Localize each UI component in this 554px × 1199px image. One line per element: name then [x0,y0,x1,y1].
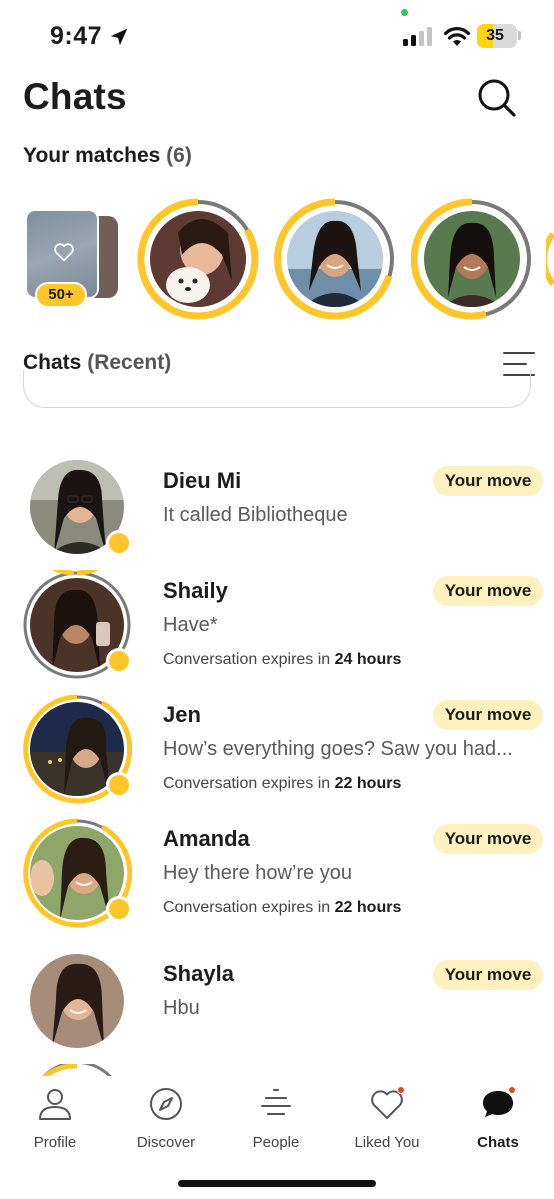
expiry-value: 22 hours [334,775,402,792]
chat-name: Amanda [163,826,250,851]
your-move-badge: Your move [433,466,543,496]
chat-avatar [22,694,132,804]
avatar-photo [30,954,124,1048]
match-avatar-partial[interactable] [546,198,554,320]
battery-icon: 35 [477,24,517,48]
tab-label: Liked You [354,1134,420,1151]
online-indicator [106,648,132,674]
chat-last-message: Hbu [163,997,200,1019]
your-move-badge: Your move [433,700,543,730]
match-photo [287,211,383,307]
location-arrow-icon [110,28,128,46]
chat-search-bar[interactable] [23,370,531,408]
compass-icon [150,1088,182,1120]
cellular-signal-icon [403,27,432,46]
notification-dot [508,1086,516,1094]
conversation-expiry: Conversation expires in 22 hours [163,899,401,917]
privacy-indicator [401,9,408,16]
chat-last-message: How’s everything goes? Saw you had... [163,738,513,760]
battery-cap [518,31,521,40]
tab-chats[interactable]: Chats [448,1086,548,1156]
search-button[interactable] [476,77,518,119]
expiry-prefix: Conversation expires in [163,775,331,792]
online-indicator [106,772,132,798]
matches-count: (6) [166,144,192,167]
online-indicator [106,530,132,556]
chat-last-message: It called Bibliotheque [163,504,348,526]
status-time: 9:47 [50,22,103,50]
wifi-icon [443,27,471,46]
chat-avatar [22,818,132,928]
your-move-badge: Your move [433,960,543,990]
chat-avatar [22,570,132,680]
match-photo [424,211,520,307]
match-photo [150,211,246,307]
tab-discover[interactable]: Discover [116,1086,216,1156]
home-indicator [178,1180,376,1187]
chat-list-item[interactable]: Jen How’s everything goes? Saw you had..… [0,694,554,812]
chat-list-item[interactable]: Amanda Hey there how’re you Conversation… [0,818,554,936]
chat-last-message: Hey there how’re you [163,862,352,884]
chat-last-message: Have* [163,614,218,636]
tab-profile[interactable]: Profile [5,1086,105,1156]
chat-avatar [22,946,132,1056]
match-avatar[interactable] [411,198,533,320]
chat-name: Dieu Mi [163,468,242,493]
chat-avatar [22,452,132,562]
chat-name: Shaily [163,578,228,603]
tab-label: Discover [136,1134,196,1151]
page-title: Chats [23,76,127,117]
chat-name: Jen [163,702,201,727]
chat-name: Shayla [163,961,234,986]
chat-list-item[interactable]: Shaily Have* Conversation expires in 24 … [0,570,554,688]
expiry-value: 22 hours [334,899,402,916]
conversation-expiry: Conversation expires in 24 hours [163,651,401,669]
notification-dot [397,1086,405,1094]
tab-label: People [252,1134,300,1151]
match-avatar[interactable] [137,198,259,320]
tab-label: Chats [477,1134,519,1151]
your-move-badge: Your move [433,824,543,854]
matches-label: Your matches [23,144,161,167]
heart-outline-icon [54,243,74,262]
expiry-prefix: Conversation expires in [163,651,331,668]
battery-percent: 35 [486,27,504,44]
chat-list-item[interactable]: Dieu Mi It called Bibliotheque Your move [0,452,554,570]
matches-carousel[interactable]: 50+ [0,198,554,328]
matches-heading: Your matches (6) [23,144,192,168]
conversation-expiry: Conversation expires in 22 hours [163,775,401,793]
tab-label: Profile [33,1134,77,1151]
online-indicator [106,896,132,922]
likes-count-badge: 50+ [35,282,87,308]
your-move-badge: Your move [433,576,543,606]
status-bar: 9:47 35 [0,0,554,70]
match-avatar[interactable] [274,198,396,320]
tab-people[interactable]: People [226,1086,326,1156]
expiry-value: 24 hours [334,651,402,668]
tab-liked-you[interactable]: Liked You [337,1086,437,1156]
people-filter-icon [261,1089,291,1115]
person-icon [39,1089,71,1120]
expiry-prefix: Conversation expires in [163,899,331,916]
chat-list-item[interactable]: Shayla Hbu Your move [0,946,554,1064]
